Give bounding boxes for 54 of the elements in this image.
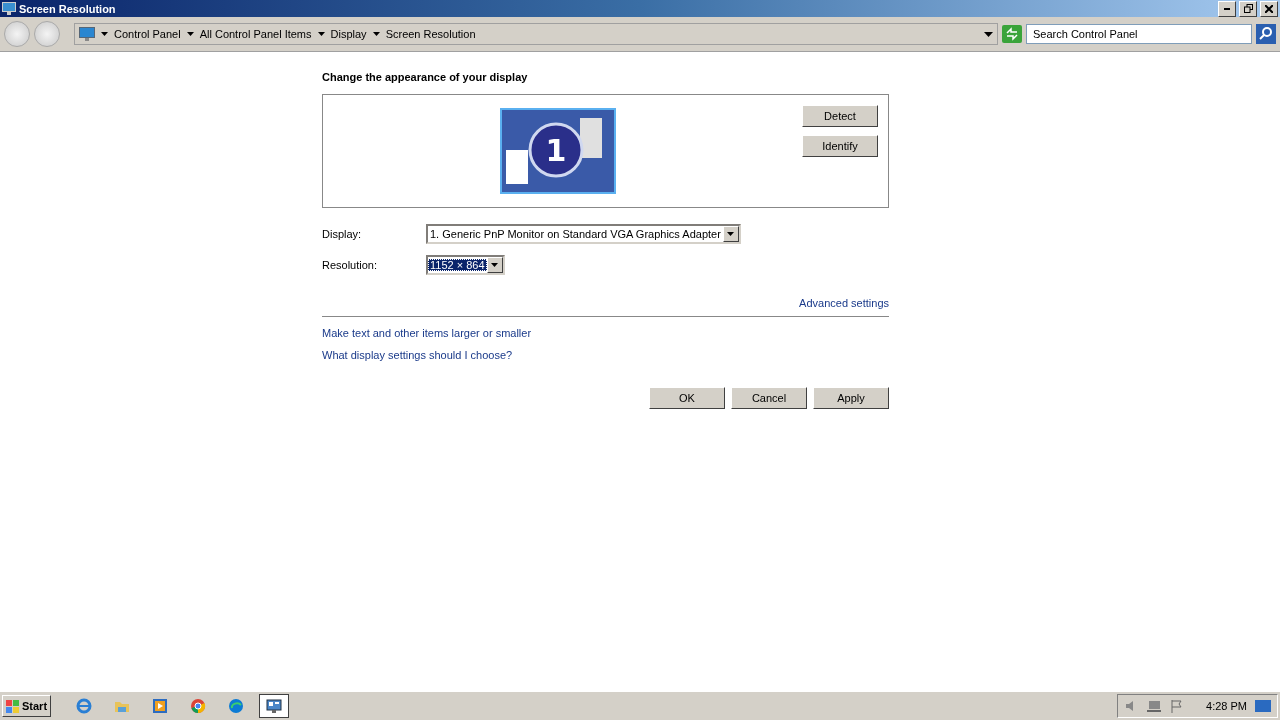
dialog-button[interactable]: OK: [649, 387, 725, 409]
forward-button[interactable]: [34, 21, 60, 47]
globe-icon: [76, 698, 93, 714]
dropdown-icon[interactable]: [984, 31, 993, 37]
close-button[interactable]: [1260, 0, 1278, 17]
window-title: Screen Resolution: [19, 2, 117, 15]
selected-value: 1152 × 864: [428, 259, 487, 271]
monitor-number: 1: [545, 133, 567, 168]
breadcrumb-item[interactable]: All Control Panel Items: [199, 28, 312, 40]
field-label: Resolution:: [322, 259, 379, 271]
dropdown-field[interactable]: 1. Generic PnP Monitor on Standard VGA Graphics Adapter: [426, 224, 741, 244]
monitor-thumbnail[interactable]: 1: [500, 108, 616, 194]
section-heading: Change the appearance of your display: [322, 71, 529, 83]
chrome-icon: [190, 698, 207, 714]
field-label: Display:: [322, 228, 363, 240]
caret-icon: [317, 32, 325, 36]
caret-icon: [727, 232, 735, 236]
advanced-link[interactable]: Advanced settings: [799, 297, 889, 309]
caret-icon: [101, 32, 108, 36]
selected-value: 1. Generic PnP Monitor on Standard VGA Graphics Adapter: [429, 228, 722, 240]
preview-button[interactable]: Detect: [802, 105, 878, 127]
flag-icon[interactable]: [1170, 699, 1185, 713]
help-link[interactable]: What display settings should I choose?: [322, 349, 513, 361]
address-bar[interactable]: Control Panel All Control Panel Items Display Screen Resolution: [74, 23, 998, 45]
restore-icon: [1243, 4, 1253, 13]
caret-icon: [372, 32, 380, 36]
monitor-icon: [2, 2, 16, 15]
back-button[interactable]: [4, 21, 30, 47]
windows-logo-icon: [6, 699, 20, 713]
start-button[interactable]: Start: [2, 695, 52, 717]
caret-icon: [491, 263, 499, 267]
search-field[interactable]: Search Control Panel: [1026, 24, 1252, 44]
play-icon: [152, 698, 169, 714]
network-icon[interactable]: [1146, 699, 1163, 713]
breadcrumb-item[interactable]: Control Panel: [114, 28, 181, 40]
close-icon: [1265, 4, 1273, 13]
preview-button[interactable]: Identify: [802, 135, 878, 157]
caret-icon: [186, 32, 194, 36]
restore-button[interactable]: [1239, 0, 1257, 17]
refresh-icon[interactable]: [1002, 25, 1022, 43]
monitor-icon: [79, 26, 95, 42]
dropdown-field[interactable]: 1152 × 864: [426, 255, 505, 275]
minimize-button[interactable]: [1218, 0, 1236, 17]
dialog-button[interactable]: Cancel: [731, 387, 807, 409]
search-icon[interactable]: [1256, 24, 1276, 44]
taskbar-app[interactable]: [259, 694, 290, 718]
minimize-icon: [1224, 7, 1230, 10]
monitor-icon: [266, 698, 283, 714]
help-link[interactable]: Make text and other items larger or smaller: [322, 327, 532, 339]
clock[interactable]: 4:28 PM: [1206, 700, 1247, 712]
breadcrumb-item[interactable]: Display: [330, 28, 367, 40]
edge-icon: [228, 698, 245, 714]
breadcrumb-item[interactable]: Screen Resolution: [385, 28, 476, 40]
dialog-button[interactable]: Apply: [813, 387, 889, 409]
